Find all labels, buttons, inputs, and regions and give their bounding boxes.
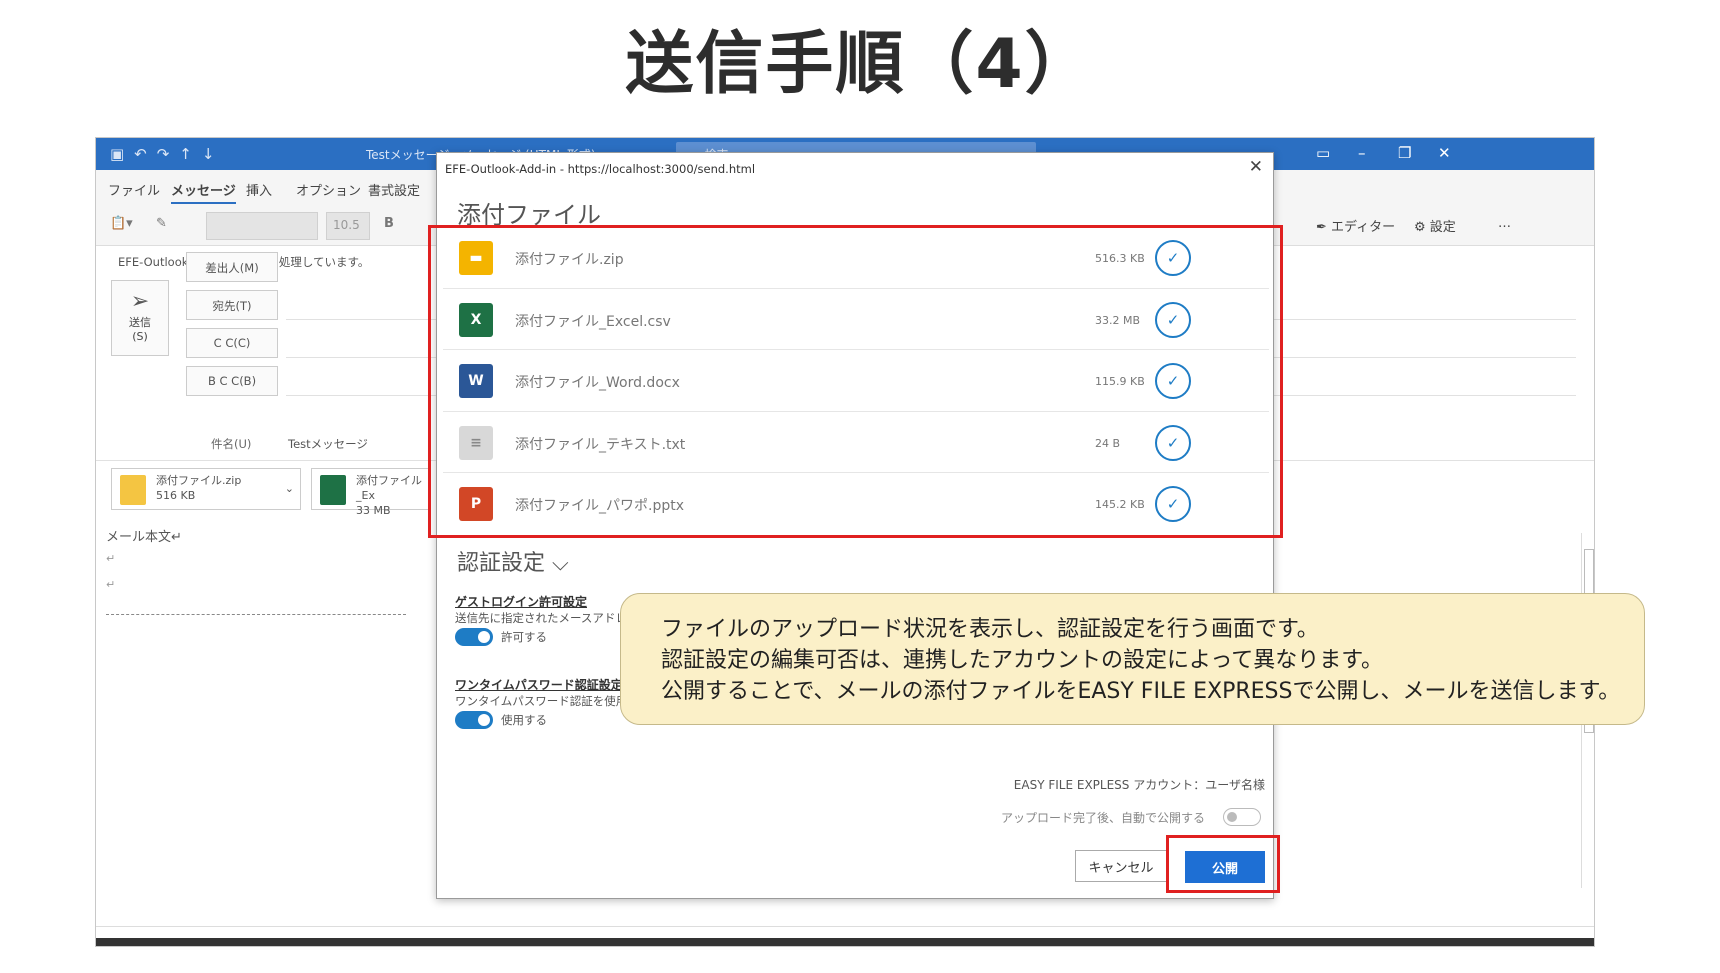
attachment-name: 添付ファイル_Ex xyxy=(356,474,422,502)
send-label: 送信 xyxy=(129,316,151,329)
auto-publish-toggle[interactable] xyxy=(1223,808,1261,826)
bold-button[interactable]: B xyxy=(384,216,394,231)
return-mark: ↵ xyxy=(106,552,116,565)
auth-settings-heading[interactable]: 認証設定 ⌵ xyxy=(457,545,569,577)
otp-title: ワンタイムパスワード認証設定 xyxy=(455,678,623,692)
callout-line: 認証設定の編集可否は、連携したアカウントの設定によって異なります。 xyxy=(661,648,1384,673)
minimize-icon[interactable]: – xyxy=(1358,144,1366,162)
close-icon[interactable]: ✕ xyxy=(1249,157,1263,177)
editor-label: エディター xyxy=(1331,220,1396,235)
cc-button[interactable]: C C(C) xyxy=(186,328,278,358)
mail-body-text[interactable]: メール本文↵ xyxy=(106,526,182,545)
publish-button-highlight xyxy=(1166,835,1280,893)
from-button[interactable]: 差出人(M) xyxy=(186,252,278,282)
return-mark: ↵ xyxy=(106,578,116,591)
bcc-button[interactable]: B C C(B) xyxy=(186,366,278,396)
auth-heading-label: 認証設定 xyxy=(457,551,546,576)
to-button[interactable]: 宛先(T) xyxy=(186,290,278,320)
otp-toggle[interactable] xyxy=(455,711,493,729)
subject-input[interactable]: Testメッセージ xyxy=(288,436,368,452)
taskbar xyxy=(96,938,1594,946)
cancel-button[interactable]: キャンセル xyxy=(1075,850,1167,882)
editor-button[interactable]: ✒ エディター xyxy=(1316,216,1395,235)
send-button[interactable]: ➢ 送信 (S) xyxy=(111,280,169,356)
format-painter-icon[interactable]: ✎ xyxy=(156,216,167,231)
signature-divider xyxy=(106,614,406,615)
ribbon-display-icon[interactable]: ▭ xyxy=(1316,144,1330,162)
slide-title: 送信手順（4） xyxy=(625,25,1095,104)
paste-icon[interactable]: 📋▾ xyxy=(110,216,133,231)
guest-login-title: ゲストログイン許可設定 xyxy=(455,595,588,609)
callout-line: 公開することで、メールの添付ファイルをEASY FILE EXPRESSで公開し… xyxy=(661,679,1621,704)
menu-file[interactable]: ファイル xyxy=(108,180,160,199)
more-button[interactable]: … xyxy=(1498,216,1511,231)
settings-label: 設定 xyxy=(1429,220,1456,235)
excel-icon xyxy=(320,475,346,505)
font-size-box[interactable]: 10.5 xyxy=(326,212,370,240)
menu-insert[interactable]: 挿入 xyxy=(246,180,272,199)
callout-line: ファイルのアップロード状況を表示し、認証設定を行う画面です。 xyxy=(661,617,1319,642)
attachment-size: 33 MB xyxy=(356,504,391,517)
dialog-url: EFE-Outlook-Add-in - https://localhost:3… xyxy=(445,162,756,176)
restore-icon[interactable]: ❐ xyxy=(1398,144,1411,162)
chevron-down-icon[interactable]: ⌄ xyxy=(285,481,294,496)
slide: 送信手順（4） ▣↶↷↑↓ Testメッセージ - メッセージ (HTML 形式… xyxy=(0,0,1720,973)
chevron-down-icon: ⌵ xyxy=(552,551,569,576)
explanation-callout: ファイルのアップロード状況を表示し、認証設定を行う画面です。 認証設定の編集可否… xyxy=(620,593,1645,725)
guest-login-desc: 送信先に指定されたメースアドレス xyxy=(455,611,623,625)
send-shortcut: (S) xyxy=(132,330,148,343)
zip-icon xyxy=(120,475,146,505)
otp-toggle-label: 使用する xyxy=(501,713,547,727)
attachment-chip-zip[interactable]: 添付ファイル.zip 516 KB ⌄ xyxy=(111,468,301,510)
account-info: EASY FILE EXPLESS アカウント：ユーザ名様 xyxy=(1013,778,1265,792)
menu-format[interactable]: 書式設定 xyxy=(368,180,420,199)
attachment-name: 添付ファイル.zip xyxy=(156,474,242,487)
guest-login-toggle[interactable] xyxy=(455,628,493,646)
auto-publish-label: アップロード完了後、自動で公開する xyxy=(1000,811,1205,825)
settings-icon: ⚙ xyxy=(1414,220,1430,235)
close-window-icon[interactable]: ✕ xyxy=(1438,144,1451,162)
attachment-size: 516 KB xyxy=(156,489,196,502)
attachment-chip-excel[interactable]: 添付ファイル_Ex 33 MB xyxy=(311,468,431,517)
subject-label: 件名(U) xyxy=(211,437,252,451)
menu-options[interactable]: オプション xyxy=(296,180,361,199)
send-icon: ➢ xyxy=(130,289,150,314)
otp-desc: ワンタイムパスワード認証を使用する xyxy=(455,694,623,708)
menu-message[interactable]: メッセージ xyxy=(171,180,236,204)
settings-button[interactable]: ⚙ 設定 xyxy=(1414,216,1456,235)
editor-icon: ✒ xyxy=(1316,220,1332,235)
guest-login-toggle-label: 許可する xyxy=(501,630,547,644)
quick-access-icons[interactable]: ▣↶↷↑↓ xyxy=(110,145,224,163)
font-name-box[interactable] xyxy=(206,212,318,240)
file-list-highlight xyxy=(428,225,1283,538)
